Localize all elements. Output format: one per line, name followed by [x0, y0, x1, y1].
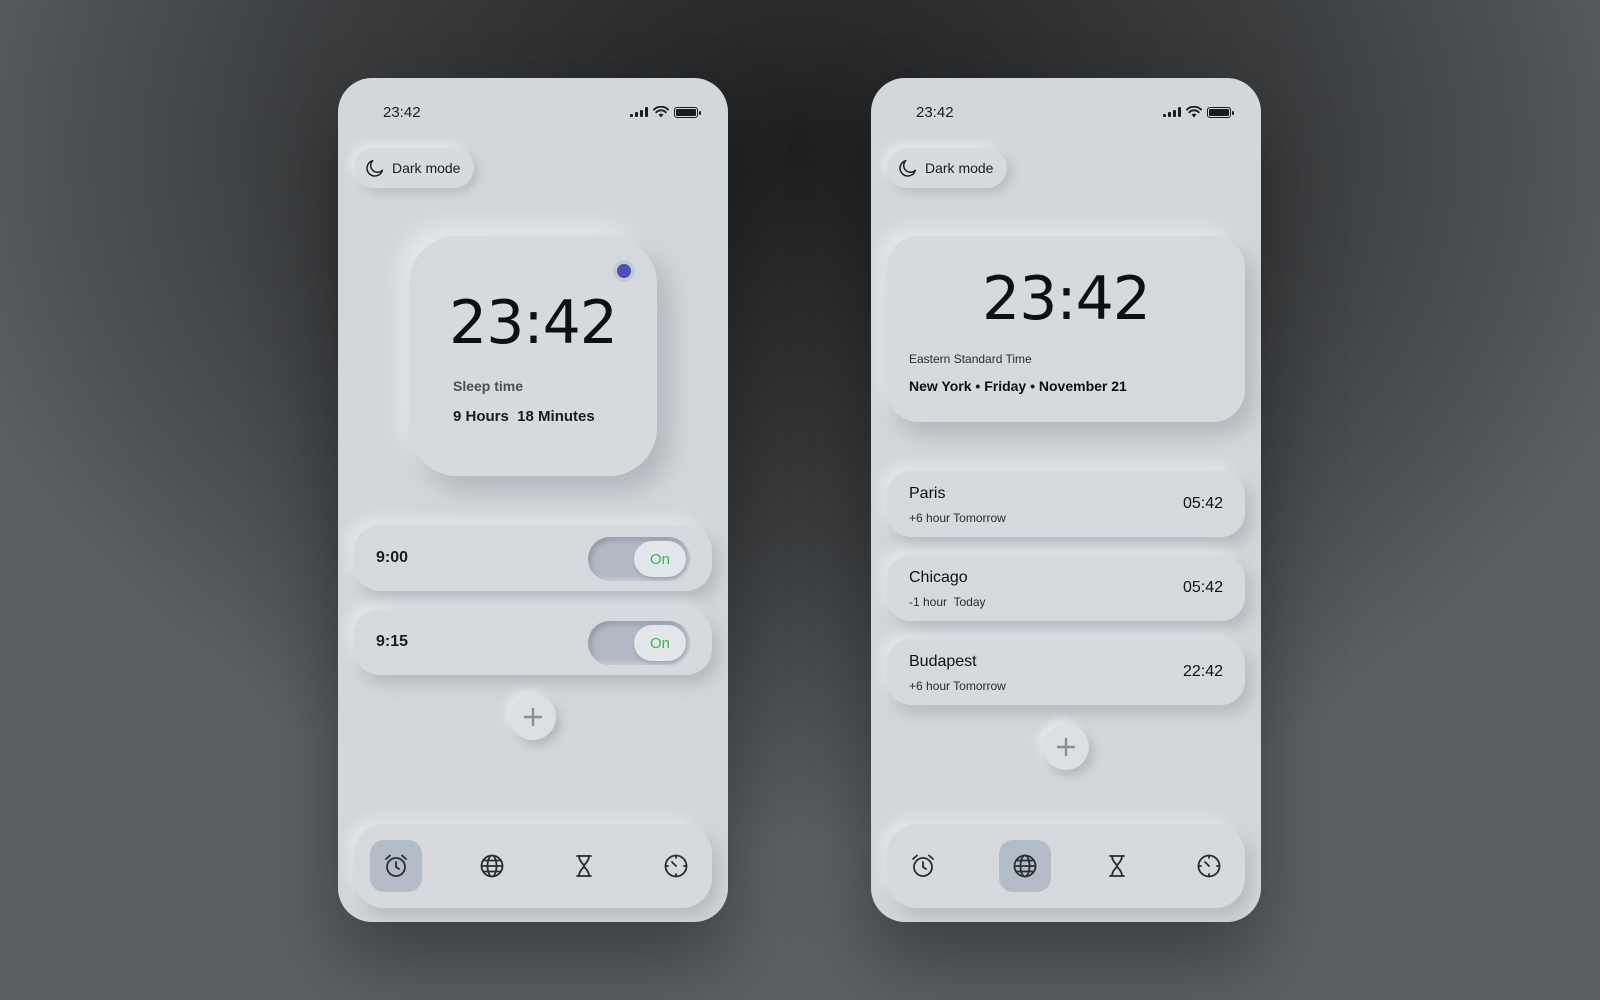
battery-icon [674, 106, 701, 118]
bottom-nav [887, 824, 1245, 908]
city-row[interactable]: Paris +6 hour Tomorrow 05:42 [887, 471, 1245, 537]
city-time: 05:42 [1182, 495, 1223, 512]
city-name: Paris [909, 485, 946, 502]
globe-icon [1013, 854, 1037, 878]
status-time: 23:42 [916, 104, 954, 121]
alarm-screen: 23:42 Dark mode 23:42 Sleep time 9 Hours… [338, 78, 728, 922]
wifi-icon [653, 106, 669, 118]
alarm-clock-icon [912, 854, 934, 877]
alarm-toggle[interactable]: On [588, 537, 690, 581]
hourglass-icon [1109, 855, 1125, 877]
battery-icon [1207, 106, 1234, 118]
toggle-knob: On [634, 541, 686, 577]
tab-world-clock[interactable] [999, 840, 1051, 892]
city-name: Budapest [909, 653, 977, 670]
local-time-card: 23:42 Eastern Standard Time New York • F… [887, 236, 1245, 422]
plus-icon [523, 707, 543, 727]
alarm-time: 9:00 [376, 549, 409, 566]
plus-icon [1056, 737, 1076, 757]
dark-mode-button[interactable]: Dark mode [354, 148, 475, 188]
alarm-row[interactable]: 9:15 On [354, 609, 712, 675]
status-indicator-dot [615, 262, 633, 280]
tab-alarm[interactable] [370, 840, 422, 892]
timezone-label: Eastern Standard Time [909, 352, 1032, 366]
current-time: 23:42 [449, 288, 618, 358]
status-bar: 23:42 [871, 78, 1261, 148]
sleep-time-value: 9 Hours 18 Minutes [453, 408, 595, 425]
dark-mode-label: Dark mode [392, 160, 461, 176]
tab-timer[interactable] [1091, 840, 1143, 892]
dark-mode-label: Dark mode [925, 160, 994, 176]
current-time: 23:42 [982, 264, 1151, 334]
status-time: 23:42 [383, 104, 421, 121]
city-name: Chicago [909, 569, 968, 586]
city-offset: -1 hour Today [909, 595, 986, 609]
city-offset: +6 hour Tomorrow [909, 679, 1006, 693]
city-offset: +6 hour Tomorrow [909, 511, 1006, 525]
city-row[interactable]: Budapest +6 hour Tomorrow 22:42 [887, 639, 1245, 705]
city-row[interactable]: Chicago -1 hour Today 05:42 [887, 555, 1245, 621]
globe-icon [480, 854, 504, 878]
wifi-icon [1186, 106, 1202, 118]
tab-stopwatch[interactable] [1183, 840, 1235, 892]
location-date-line: New York • Friday • November 21 [909, 378, 1127, 394]
tab-world-clock[interactable] [466, 840, 518, 892]
stopwatch-icon [1197, 854, 1221, 878]
hourglass-icon [576, 855, 592, 877]
tab-alarm[interactable] [897, 840, 949, 892]
city-time: 22:42 [1182, 663, 1223, 680]
status-icons [630, 106, 701, 118]
stopwatch-icon [664, 854, 688, 878]
city-time: 05:42 [1182, 579, 1223, 596]
toggle-knob: On [634, 625, 686, 661]
sleep-time-label: Sleep time [453, 378, 524, 394]
cellular-signal-icon [1163, 107, 1181, 117]
cellular-signal-icon [630, 107, 648, 117]
dark-mode-button[interactable]: Dark mode [887, 148, 1008, 188]
add-city-button[interactable] [1043, 724, 1089, 770]
add-alarm-button[interactable] [510, 694, 556, 740]
alarm-clock-icon [385, 854, 407, 877]
tab-stopwatch[interactable] [650, 840, 702, 892]
bottom-nav [354, 824, 712, 908]
moon-icon [366, 159, 384, 177]
tab-timer[interactable] [558, 840, 610, 892]
alarm-toggle[interactable]: On [588, 621, 690, 665]
world-clock-screen: 23:42 Dark mode 23:42 Eastern Standard T… [871, 78, 1261, 922]
moon-icon [899, 159, 917, 177]
status-icons [1163, 106, 1234, 118]
alarm-row[interactable]: 9:00 On [354, 525, 712, 591]
alarm-time: 9:15 [376, 633, 409, 650]
status-bar: 23:42 [338, 78, 728, 148]
current-time-card: 23:42 Sleep time 9 Hours 18 Minutes [409, 236, 657, 476]
